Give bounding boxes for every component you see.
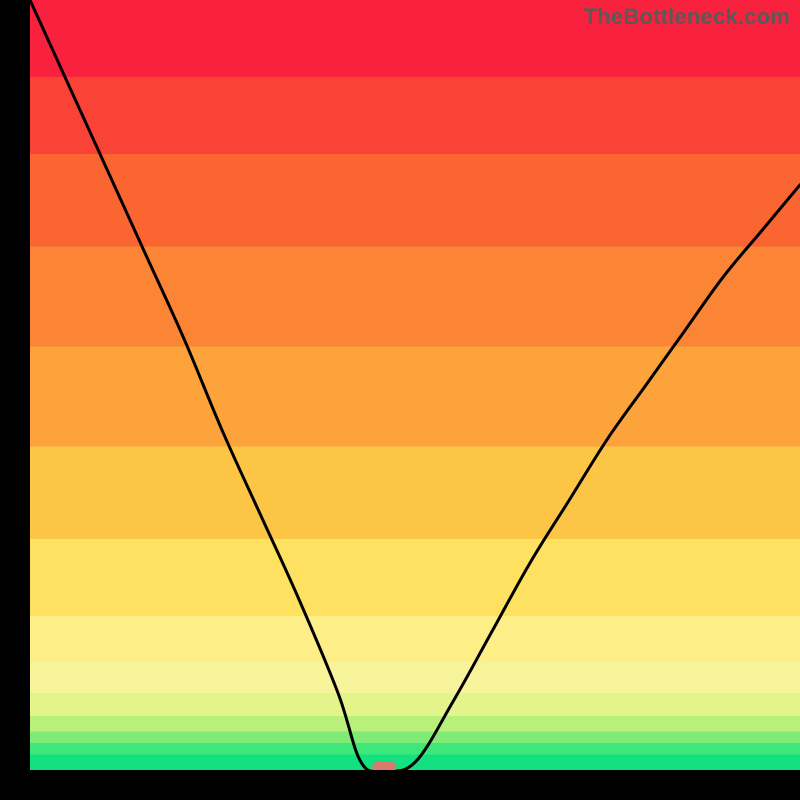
chart-stage: TheBottleneck.com xyxy=(0,0,800,800)
frame-left xyxy=(0,0,30,800)
chart-background xyxy=(30,0,800,770)
watermark-text: TheBottleneck.com xyxy=(584,4,790,30)
frame-bottom xyxy=(0,770,800,800)
chart-svg xyxy=(0,0,800,800)
